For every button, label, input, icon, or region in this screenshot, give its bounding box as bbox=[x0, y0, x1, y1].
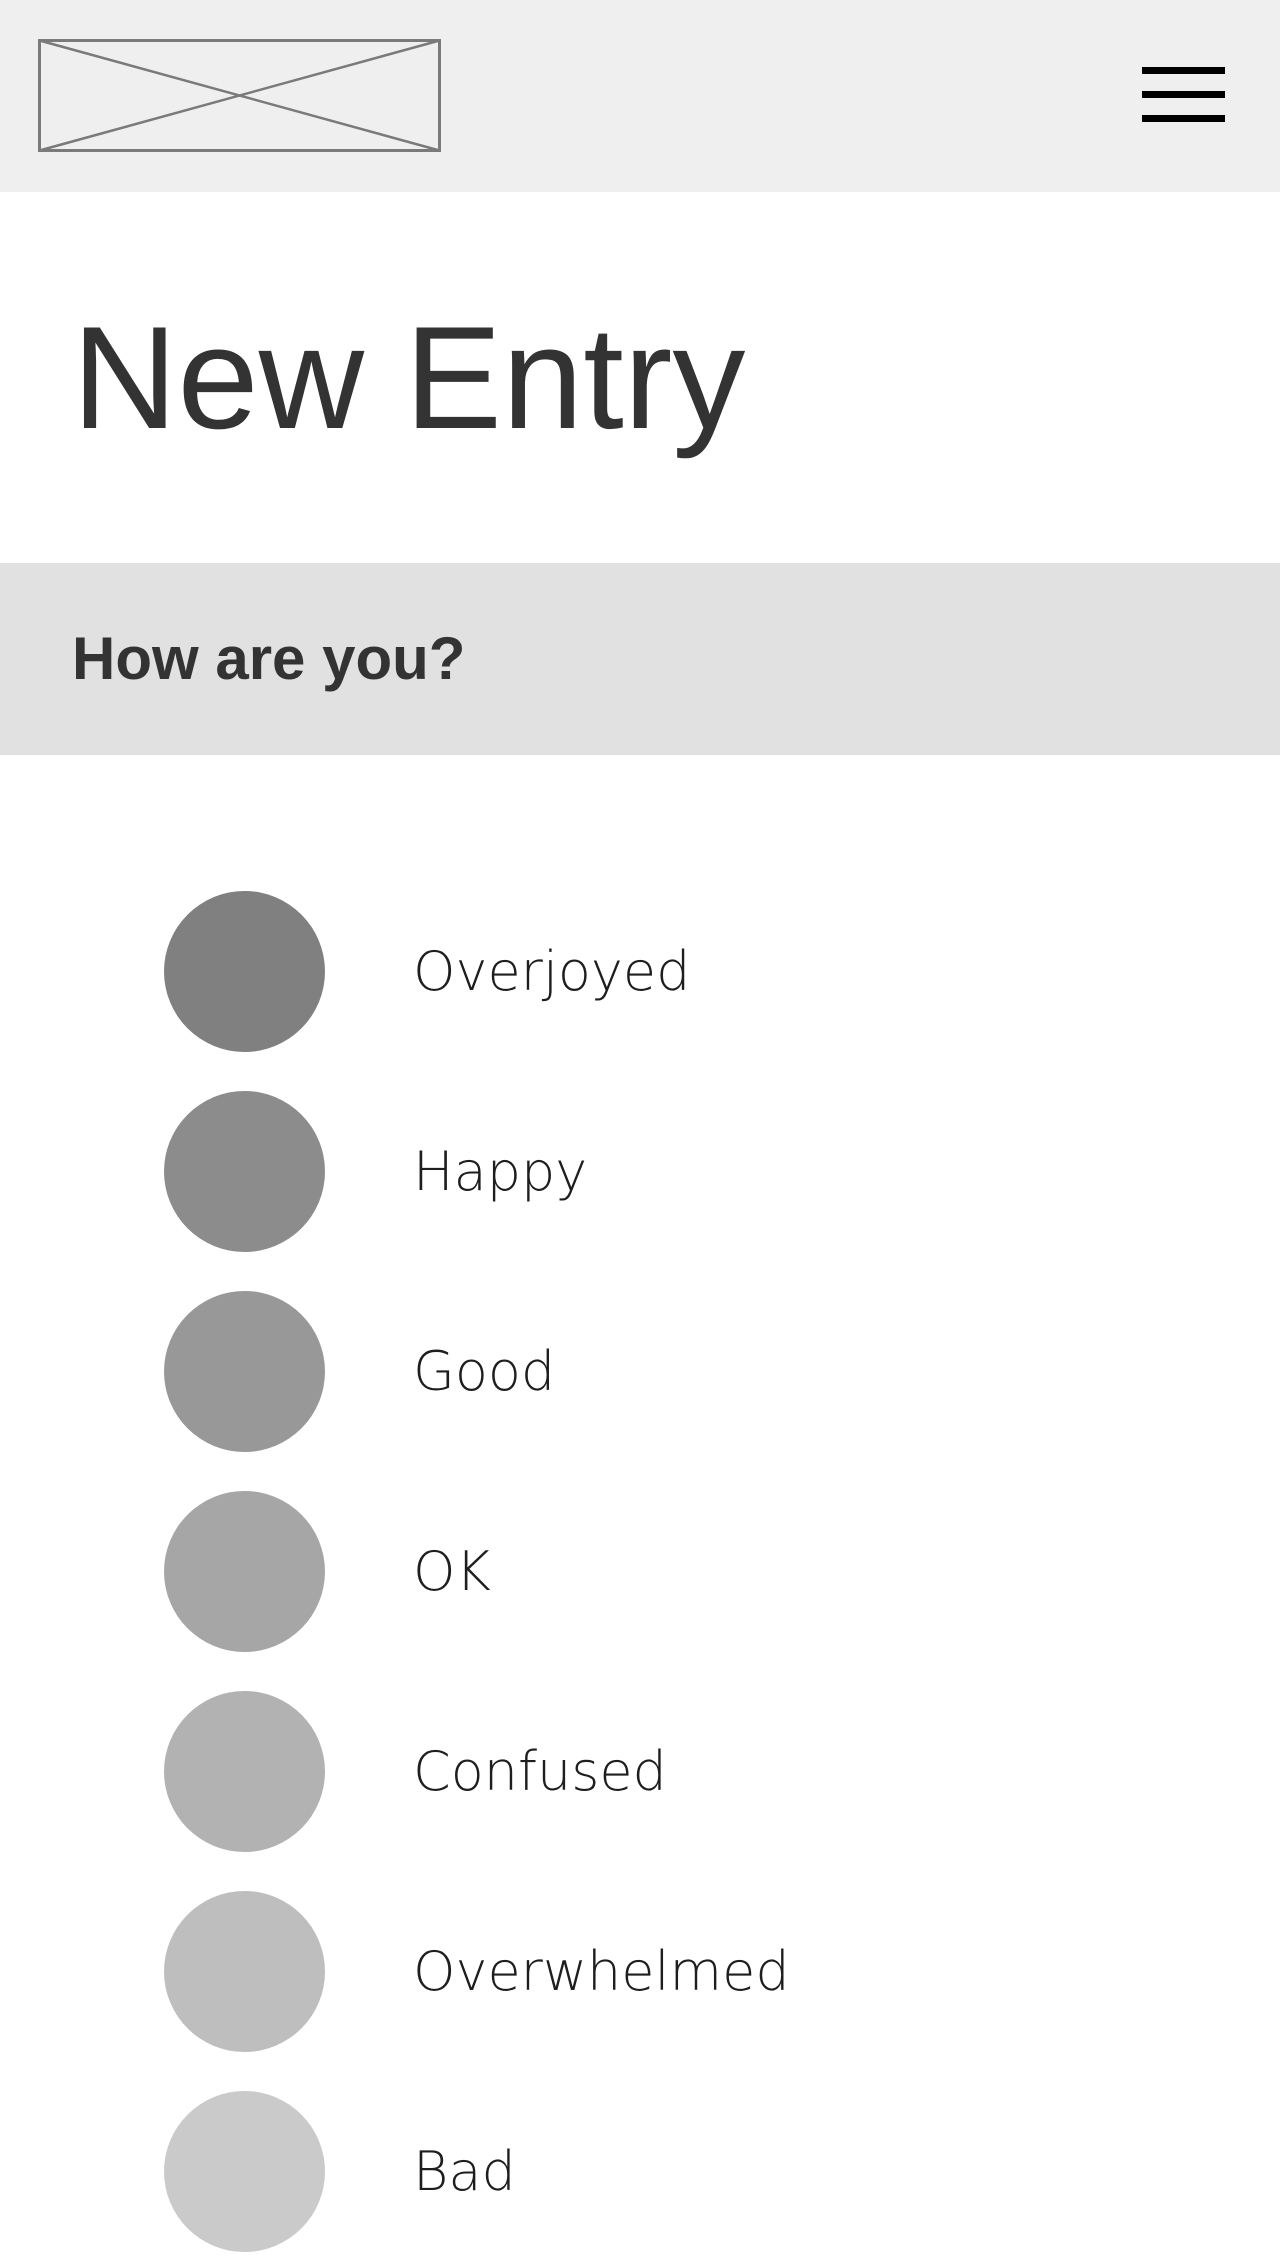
logo-placeholder-icon[interactable] bbox=[38, 39, 441, 152]
mood-radio-circle[interactable] bbox=[164, 2091, 325, 2252]
mood-option-bad[interactable]: Bad bbox=[164, 2091, 1164, 2253]
mood-radio-circle[interactable] bbox=[164, 1291, 325, 1452]
menu-bar-top bbox=[1142, 67, 1225, 74]
mood-label: Happy bbox=[413, 1140, 588, 1203]
question-text: How are you? bbox=[72, 625, 466, 692]
app-header bbox=[0, 0, 1280, 192]
mood-label: Confused bbox=[413, 1740, 667, 1803]
mood-option-overjoyed[interactable]: Overjoyed bbox=[164, 891, 1164, 1053]
hamburger-menu-icon[interactable] bbox=[1137, 64, 1227, 128]
mood-option-ok[interactable]: OK bbox=[164, 1491, 1164, 1653]
mood-label: Overjoyed bbox=[413, 940, 691, 1003]
page-title: New Entry bbox=[72, 296, 746, 459]
menu-bar-middle bbox=[1142, 91, 1225, 98]
mood-label: Overwhelmed bbox=[413, 1940, 790, 2003]
mood-label: Bad bbox=[413, 2140, 516, 2203]
menu-bar-bottom bbox=[1142, 115, 1225, 122]
mood-option-good[interactable]: Good bbox=[164, 1291, 1164, 1453]
question-banner: How are you? bbox=[0, 563, 1280, 755]
mood-radio-circle[interactable] bbox=[164, 1891, 325, 2052]
mood-label: Good bbox=[413, 1340, 556, 1403]
mood-option-overwhelmed[interactable]: Overwhelmed bbox=[164, 1891, 1164, 2053]
mood-radio-circle[interactable] bbox=[164, 1091, 325, 1252]
mood-radio-circle[interactable] bbox=[164, 1491, 325, 1652]
mood-option-happy[interactable]: Happy bbox=[164, 1091, 1164, 1253]
mood-option-confused[interactable]: Confused bbox=[164, 1691, 1164, 1853]
mood-radio-circle[interactable] bbox=[164, 891, 325, 1052]
mood-radio-circle[interactable] bbox=[164, 1691, 325, 1852]
mood-label: OK bbox=[413, 1540, 491, 1603]
